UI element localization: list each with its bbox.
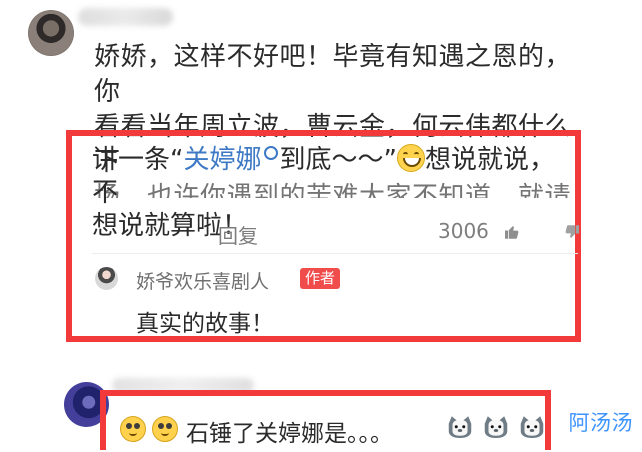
author-reply-text: 真实的故事！ [136, 311, 274, 337]
thumbs-up-icon[interactable] [503, 223, 522, 241]
author-avatar[interactable] [95, 267, 118, 290]
reply-button[interactable]: 回复 [218, 220, 258, 249]
search-icon[interactable] [263, 146, 278, 160]
second-comment-text: 石锤了关婷娜是。。。 [186, 421, 393, 447]
author-badge: 作者 [300, 268, 341, 289]
highlight-prefix: 讲一条“ [92, 145, 184, 175]
thinking-face-icon [120, 416, 146, 442]
grin-icon [396, 144, 425, 172]
watermark: 阿汤汤 [568, 411, 633, 435]
cat-icon [484, 416, 508, 438]
cat-icon [448, 416, 472, 438]
commenter-avatar[interactable] [28, 10, 74, 56]
blurred-commenter-name [78, 8, 173, 26]
thumbs-down-icon[interactable] [562, 223, 581, 241]
highlight-middle: 到底～～” [279, 145, 397, 175]
highlight-line-1: 讲一条“关婷娜 到底～～” 想说就说，不 [92, 144, 578, 210]
mention-link[interactable]: 关婷娜 [183, 145, 261, 175]
thinking-face-icon [152, 416, 178, 442]
reply-divider [92, 253, 578, 254]
cat-icon [520, 416, 544, 438]
comment-line-1: 娇娇，这样不好吧！毕竟有知遇之恩的，你 [94, 42, 572, 107]
author-name[interactable]: 娇爷欢乐喜剧人 [136, 267, 269, 294]
like-count: 3006 [438, 219, 489, 243]
